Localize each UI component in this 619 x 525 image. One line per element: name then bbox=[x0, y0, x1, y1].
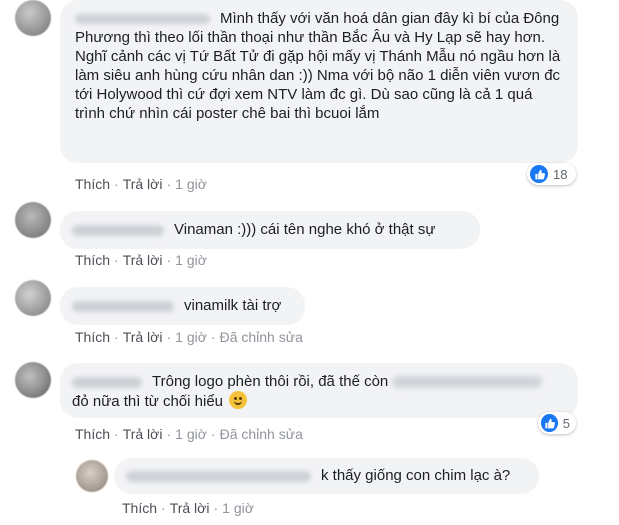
like-thumb-icon bbox=[530, 165, 548, 183]
reply-button[interactable]: Trả lời bbox=[123, 252, 163, 268]
commenter-avatar-1[interactable] bbox=[15, 0, 51, 36]
comment-text-2: Vinaman :))) cái tên nghe khó ở thật sự bbox=[174, 221, 436, 238]
reaction-summary-1[interactable]: 18 bbox=[527, 163, 576, 185]
comment-time[interactable]: 1 giờ bbox=[175, 176, 207, 192]
comment-text-4-part-1: Trông logo phèn thôi rồi, đã thế còn bbox=[152, 373, 389, 390]
reply-button[interactable]: Trả lời bbox=[123, 426, 163, 442]
commenter-name-1-redacted[interactable] bbox=[75, 14, 210, 25]
reaction-summary-4[interactable]: 5 bbox=[538, 412, 576, 434]
comment-text-4-part-2: đỏ nữa thì từ chối hiểu bbox=[72, 393, 224, 410]
comment-bubble-3: vinamilk tài trợ bbox=[60, 287, 305, 325]
commenter-name-3-redacted[interactable] bbox=[72, 300, 174, 312]
like-button[interactable]: Thích bbox=[75, 426, 110, 442]
reply-actions: Thích · Trả lời · 1 giờ bbox=[122, 500, 254, 516]
reply-bubble: k thấy giống con chim lạc à? bbox=[114, 458, 539, 494]
comment-thread: Mình thấy với văn hoá dân gian đây kì bí… bbox=[0, 0, 619, 525]
commenter-avatar-4[interactable] bbox=[15, 362, 51, 398]
like-button[interactable]: Thích bbox=[75, 329, 110, 345]
commenter-name-4-redacted[interactable] bbox=[72, 376, 142, 388]
comment-bubble-2: Vinaman :))) cái tên nghe khó ở thật sự bbox=[60, 211, 480, 249]
like-button[interactable]: Thích bbox=[122, 500, 157, 516]
slightly-smiling-face-emoji bbox=[229, 391, 248, 409]
commenter-avatar-3[interactable] bbox=[15, 280, 51, 316]
like-button[interactable]: Thích bbox=[75, 176, 110, 192]
comment-actions-2: Thích · Trả lời · 1 giờ bbox=[75, 252, 207, 268]
comment-text-3: vinamilk tài trợ bbox=[184, 297, 282, 314]
reaction-count-4: 5 bbox=[562, 415, 570, 431]
redacted-text bbox=[392, 376, 543, 389]
comment-actions-4: Thích · Trả lời · 1 giờ · Đã chỉnh sửa bbox=[75, 426, 303, 442]
reaction-count-1: 18 bbox=[553, 166, 568, 182]
comment-bubble-4: Trông logo phèn thôi rồi, đã thế còn đỏ … bbox=[60, 363, 578, 418]
reply-author-redacted[interactable] bbox=[126, 470, 311, 482]
comment-time[interactable]: 1 giờ bbox=[222, 500, 254, 516]
comment-actions-1: Thích · Trả lời · 1 giờ bbox=[75, 176, 207, 192]
reply-button[interactable]: Trả lời bbox=[123, 176, 163, 192]
comment-text-1: Mình thấy với văn hoá dân gian đây kì bí… bbox=[75, 10, 561, 122]
reply-avatar[interactable] bbox=[76, 460, 108, 492]
reply-button[interactable]: Trả lời bbox=[123, 329, 163, 345]
comment-actions-3: Thích · Trả lời · 1 giờ · Đã chỉnh sửa bbox=[75, 329, 303, 345]
comment-time[interactable]: 1 giờ bbox=[175, 252, 207, 268]
like-thumb-icon bbox=[541, 414, 558, 432]
commenter-avatar-2[interactable] bbox=[15, 202, 51, 238]
edited-label[interactable]: Đã chỉnh sửa bbox=[220, 329, 303, 345]
comment-bubble-1: Mình thấy với văn hoá dân gian đây kì bí… bbox=[60, 0, 578, 163]
like-button[interactable]: Thích bbox=[75, 252, 110, 268]
comment-time[interactable]: 1 giờ bbox=[175, 329, 207, 345]
comment-time[interactable]: 1 giờ bbox=[175, 426, 207, 442]
edited-label[interactable]: Đã chỉnh sửa bbox=[220, 426, 303, 442]
commenter-name-2-redacted[interactable] bbox=[72, 224, 164, 236]
reply-button[interactable]: Trả lời bbox=[170, 500, 210, 516]
reply-text: k thấy giống con chim lạc à? bbox=[321, 467, 511, 484]
